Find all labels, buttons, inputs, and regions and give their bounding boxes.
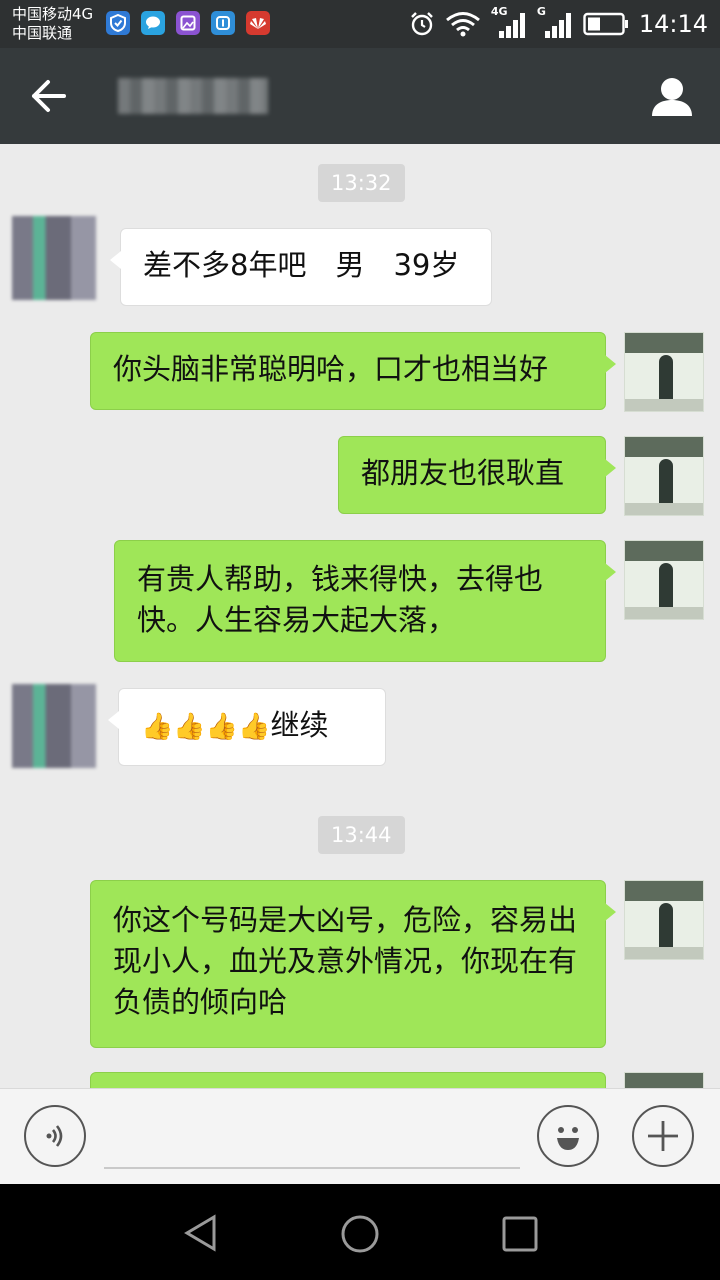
carrier-info: 中国移动4G 中国联通 <box>12 5 93 43</box>
message-outgoing[interactable]: 有贵人帮助，钱来得快，去得也快。人生容易大起大落， <box>114 540 616 662</box>
message-outgoing[interactable]: 都朋友也很耿直 <box>338 436 616 514</box>
my-avatar[interactable] <box>624 540 704 620</box>
voice-icon[interactable] <box>24 1105 86 1167</box>
arrow-left-icon[interactable] <box>28 78 68 114</box>
message-text: 你这个号码是大凶号，危险，容易出现小人，血光及意外情况，你现在有负债的倾向哈 <box>113 903 578 1019</box>
square-recent-icon[interactable] <box>502 1216 538 1252</box>
message-input[interactable] <box>104 1167 520 1169</box>
notification-icons <box>106 11 270 35</box>
contact-avatar[interactable] <box>12 684 96 768</box>
person-icon[interactable] <box>650 76 694 118</box>
timestamp: 13:44 <box>318 816 405 854</box>
status-right: 4G G 14:14 <box>409 5 708 40</box>
message-text: 差不多8年吧 男 39岁 <box>143 248 460 282</box>
my-avatar[interactable] <box>624 436 704 516</box>
huawei-icon <box>246 11 270 35</box>
wifi-icon <box>445 12 480 37</box>
message-outgoing[interactable]: 你头脑非常聪明哈，口才也相当好 <box>90 332 616 410</box>
message-incoming[interactable]: 差不多8年吧 男 39岁 <box>110 228 492 306</box>
triangle-back-icon[interactable] <box>182 1214 220 1252</box>
input-bar <box>0 1088 720 1185</box>
gallery-icon <box>176 11 200 35</box>
clock-time: 14:14 <box>638 10 708 38</box>
message-text: 继续 <box>270 708 329 742</box>
plus-icon[interactable] <box>632 1105 694 1167</box>
contact-avatar[interactable] <box>12 216 96 300</box>
alarm-icon <box>410 12 433 36</box>
contact-name-blurred <box>118 78 268 114</box>
signal-g-icon: G <box>537 5 573 39</box>
chat-header <box>0 48 720 144</box>
carrier-2: 中国联通 <box>12 24 73 42</box>
smiley-icon[interactable] <box>537 1105 599 1167</box>
battery-icon <box>583 12 628 36</box>
status-bar: 中国移动4G 中国联通 4G G 14:14 <box>0 0 720 48</box>
chat-area[interactable]: 13:32 差不多8年吧 男 39岁 你头脑非常聪明哈，口才也相当好 都朋友也很… <box>0 144 720 1088</box>
system-nav-bar <box>0 1184 720 1280</box>
shield-icon <box>106 11 130 35</box>
message-text: 你头脑非常聪明哈，口才也相当好 <box>113 352 549 386</box>
signal-4g-icon: 4G <box>491 5 527 39</box>
my-avatar[interactable] <box>624 880 704 960</box>
timestamp: 13:32 <box>318 164 405 202</box>
message-text: 有贵人帮助，钱来得快，去得也快。人生容易大起大落， <box>137 562 544 637</box>
message-incoming[interactable]: 👍👍👍👍继续 <box>108 688 386 766</box>
message-outgoing-partial[interactable] <box>90 1072 606 1088</box>
circle-home-icon[interactable] <box>340 1214 380 1254</box>
thumbs-up-emoji: 👍👍👍👍 <box>141 712 271 742</box>
message-icon <box>141 11 165 35</box>
message-text: 都朋友也很耿直 <box>361 456 565 490</box>
my-avatar[interactable] <box>624 332 704 412</box>
message-outgoing[interactable]: 你这个号码是大凶号，危险，容易出现小人，血光及意外情况，你现在有负债的倾向哈 <box>90 880 616 1048</box>
info-icon <box>211 11 235 35</box>
my-avatar[interactable] <box>624 1072 704 1088</box>
carrier-1: 中国移动4G <box>12 5 94 23</box>
